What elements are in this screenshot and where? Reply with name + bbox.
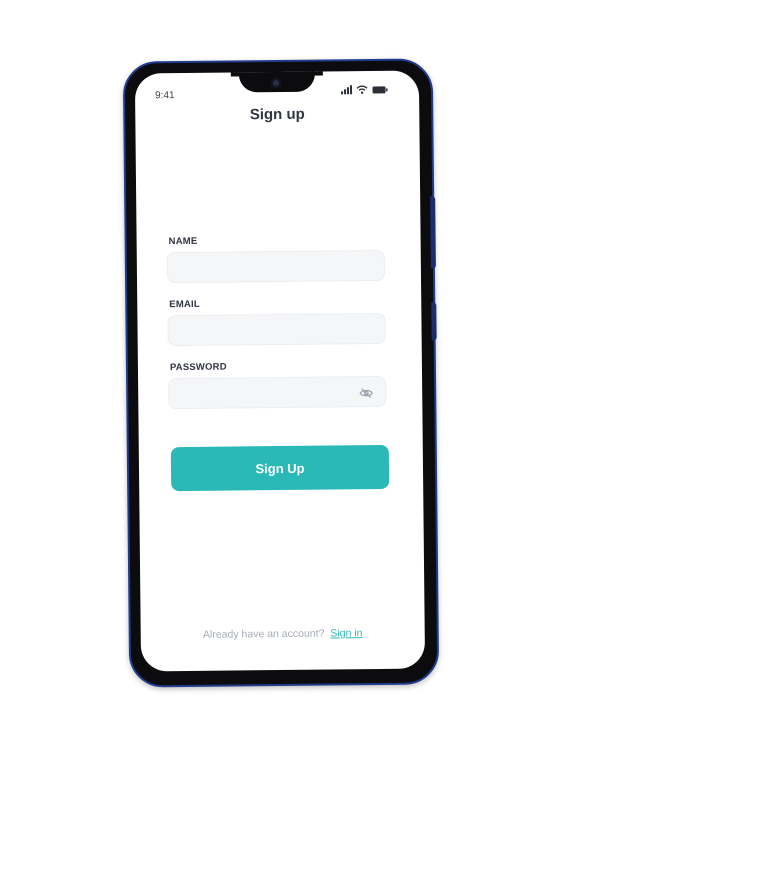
- sign-in-link[interactable]: Sign in: [330, 627, 362, 639]
- password-input[interactable]: [168, 375, 387, 410]
- signin-prompt: Already have an account? Sign in: [141, 627, 425, 642]
- sign-up-button[interactable]: Sign Up: [170, 444, 390, 492]
- name-label: NAME: [168, 235, 198, 248]
- status-icons: [341, 85, 388, 95]
- signin-prompt-text: Already have an account?: [202, 627, 325, 641]
- status-time: 9:41: [155, 90, 175, 102]
- phone-screen: 9:41 Sign up NAME EMAIL PASSWORD Sign Up…: [134, 70, 426, 672]
- phone-frame: 9:41 Sign up NAME EMAIL PASSWORD Sign Up…: [122, 58, 440, 688]
- email-input[interactable]: [167, 312, 386, 347]
- name-input[interactable]: [166, 249, 386, 284]
- front-camera: [270, 77, 282, 89]
- page-title: Sign up: [249, 105, 305, 124]
- eye-slash-icon[interactable]: [359, 386, 373, 398]
- battery-icon: [372, 85, 388, 94]
- email-label: EMAIL: [169, 298, 200, 311]
- wifi-icon: [356, 85, 368, 94]
- volume-button: [430, 196, 436, 269]
- canvas: 9:41 Sign up NAME EMAIL PASSWORD Sign Up…: [0, 0, 760, 871]
- password-label: PASSWORD: [169, 361, 227, 374]
- signal-icon: [341, 85, 353, 95]
- power-button: [431, 302, 437, 341]
